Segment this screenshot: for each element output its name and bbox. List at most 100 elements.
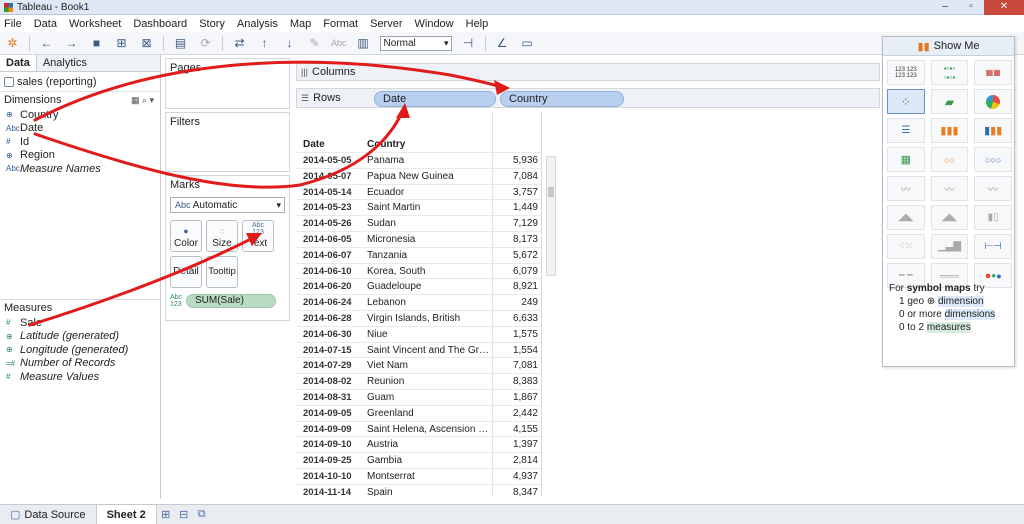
- table-row[interactable]: 2014-07-29 Viet Nam 7,081: [296, 357, 541, 373]
- show-me-header[interactable]: ▮▮ Show Me: [883, 37, 1014, 56]
- vertical-scrollbar[interactable]: [546, 156, 556, 276]
- pen-tool-icon[interactable]: ∠: [494, 36, 511, 51]
- area-continuous-icon[interactable]: ◢◣: [887, 205, 925, 230]
- table-row[interactable]: 2014-09-05 Greenland 2,442: [296, 404, 541, 421]
- menu-file[interactable]: File: [4, 18, 22, 30]
- table-row[interactable]: 2014-09-09 Saint Helena, Ascension and ..…: [296, 420, 541, 437]
- table-row[interactable]: 2014-08-02 Reunion 8,383: [296, 373, 541, 389]
- field-country[interactable]: ⊕ Country: [0, 108, 160, 122]
- highlight-table-icon[interactable]: ▦▦: [974, 60, 1012, 85]
- maximize-icon[interactable]: ▫: [958, 0, 984, 15]
- redo-icon[interactable]: →: [63, 36, 80, 51]
- table-row[interactable]: 2014-06-07 Tanzania 5,672: [296, 246, 541, 263]
- header-date[interactable]: Date: [303, 139, 325, 150]
- close-icon[interactable]: ✕: [984, 0, 1024, 15]
- fit-mode-select[interactable]: Normal: [379, 35, 452, 51]
- field-sale[interactable]: # Sale: [0, 316, 161, 330]
- minimize-icon[interactable]: –: [932, 0, 958, 15]
- circle-view-icon[interactable]: ○○: [930, 147, 969, 172]
- table-row[interactable]: 2014-10-10 Montserrat 4,937: [296, 468, 541, 484]
- field-measure-names[interactable]: Abc Measure Names: [0, 162, 160, 176]
- new-dashboard-icon[interactable]: ⊟: [175, 507, 193, 523]
- table-row[interactable]: 2014-05-14 Ecuador 3,757: [296, 183, 541, 200]
- menu-analysis[interactable]: Analysis: [237, 18, 278, 30]
- rows-pill-country[interactable]: Country: [500, 91, 624, 107]
- table-row[interactable]: 2014-09-25 Gambia 2,814: [296, 452, 541, 468]
- field-number-of-records[interactable]: =# Number of Records: [0, 357, 161, 371]
- area-discrete-icon[interactable]: ◢◣: [930, 205, 969, 230]
- scrollbar-thumb[interactable]: [548, 187, 554, 197]
- box-whisker-icon[interactable]: ⊢⊣: [974, 234, 1012, 259]
- header-country[interactable]: Country: [367, 139, 405, 150]
- menu-format[interactable]: Format: [323, 18, 358, 30]
- menu-dashboard[interactable]: Dashboard: [133, 18, 187, 30]
- table-row[interactable]: 2014-06-24 Lebanon 249: [296, 294, 541, 310]
- text-table-icon[interactable]: 123 123 123 123: [887, 60, 925, 85]
- dual-combination-icon[interactable]: ▮▯: [974, 205, 1012, 230]
- heat-map-icon[interactable]: ▪▫▪▫ ▫▪▫▪: [930, 60, 969, 85]
- treemap-icon[interactable]: ▦: [887, 147, 925, 172]
- tableau-home-icon[interactable]: ✲: [4, 36, 21, 51]
- sheet-tab[interactable]: Sheet 2: [96, 504, 157, 524]
- data-source-icon[interactable]: ▤: [172, 36, 189, 51]
- symbol-map-icon[interactable]: ⁘: [887, 89, 925, 114]
- filters-card[interactable]: Filters: [165, 112, 290, 172]
- new-worksheet-icon[interactable]: ⊞: [157, 507, 175, 523]
- detail-button[interactable]: Detail: [170, 256, 202, 288]
- menu-worksheet[interactable]: Worksheet: [69, 18, 121, 30]
- mark-type-select[interactable]: Abc Automatic: [170, 197, 285, 213]
- field-id[interactable]: # Id: [0, 135, 160, 149]
- table-row[interactable]: 2014-05-05 Panama 5,936: [296, 152, 541, 168]
- tooltip-button[interactable]: Tooltip: [206, 256, 238, 288]
- pin-icon[interactable]: ⊣: [460, 36, 477, 51]
- color-button[interactable]: ● Color: [170, 220, 202, 252]
- histogram-icon[interactable]: ▁▃▇: [930, 234, 969, 259]
- text-button[interactable]: Abc 123 Text: [242, 220, 274, 252]
- sum-sale-pill[interactable]: SUM(Sale): [186, 294, 276, 308]
- menu-help[interactable]: Help: [466, 18, 489, 30]
- refresh-icon[interactable]: ⟳: [197, 36, 214, 51]
- table-row[interactable]: 2014-11-14 Spain 8,347: [296, 483, 541, 496]
- presentation-icon[interactable]: ▥: [355, 36, 372, 51]
- field-date[interactable]: Abc Date: [0, 122, 160, 136]
- rows-pill-date[interactable]: Date: [374, 91, 496, 107]
- dual-line-icon[interactable]: 〰: [974, 176, 1012, 201]
- data-source-item[interactable]: sales (reporting): [0, 72, 160, 92]
- highlight-icon[interactable]: ✎: [306, 36, 323, 51]
- side-by-side-circle-icon[interactable]: ○○○: [974, 147, 1012, 172]
- new-worksheet-icon[interactable]: ⊞: [113, 36, 130, 51]
- presentation-mode-icon[interactable]: ▭: [519, 36, 536, 51]
- tab-data[interactable]: Data: [0, 55, 37, 71]
- menu-server[interactable]: Server: [370, 18, 402, 30]
- scatter-plot-icon[interactable]: ⁖⁙: [887, 234, 925, 259]
- field-longitude[interactable]: ⊕ Longitude (generated): [0, 343, 161, 357]
- horizontal-bar-icon[interactable]: ☰: [887, 118, 925, 143]
- field-measure-values[interactable]: # Measure Values: [0, 370, 161, 384]
- menu-map[interactable]: Map: [290, 18, 311, 30]
- pages-card[interactable]: Pages: [165, 58, 290, 109]
- line-continuous-icon[interactable]: 〰: [887, 176, 925, 201]
- save-icon[interactable]: ■: [88, 36, 105, 51]
- sort-descending-icon[interactable]: ↓: [281, 36, 298, 51]
- table-row[interactable]: 2014-05-26 Sudan 7,129: [296, 215, 541, 231]
- new-story-icon[interactable]: ⧉: [193, 507, 211, 523]
- table-row[interactable]: 2014-06-28 Virgin Islands, British 6,633: [296, 310, 541, 326]
- line-discrete-icon[interactable]: 〰: [930, 176, 969, 201]
- table-row[interactable]: 2014-08-31 Guam 1,867: [296, 389, 541, 405]
- undo-icon[interactable]: ←: [38, 36, 55, 51]
- table-row[interactable]: 2014-07-15 Saint Vincent and The Grenad..…: [296, 341, 541, 358]
- show-mark-labels-button[interactable]: Abc: [331, 38, 347, 48]
- sort-ascending-icon[interactable]: ↑: [256, 36, 273, 51]
- clear-sheet-icon[interactable]: ⊠: [138, 36, 155, 51]
- field-latitude[interactable]: ⊕ Latitude (generated): [0, 330, 161, 344]
- table-row[interactable]: 2014-06-10 Korea, South 6,079: [296, 262, 541, 279]
- table-row[interactable]: 2014-06-05 Micronesia 8,173: [296, 231, 541, 247]
- menu-story[interactable]: Story: [199, 18, 225, 30]
- table-row[interactable]: 2014-09-10 Austria 1,397: [296, 436, 541, 452]
- field-region[interactable]: ⊕ Region: [0, 149, 160, 163]
- swap-icon[interactable]: ⇄: [231, 36, 248, 51]
- rows-shelf[interactable]: ☰ Rows Date Country: [296, 88, 880, 108]
- table-row[interactable]: 2014-05-07 Papua New Guinea 7,084: [296, 167, 541, 184]
- pie-chart-icon[interactable]: [974, 89, 1012, 114]
- table-row[interactable]: 2014-05-23 Saint Martin 1,449: [296, 199, 541, 215]
